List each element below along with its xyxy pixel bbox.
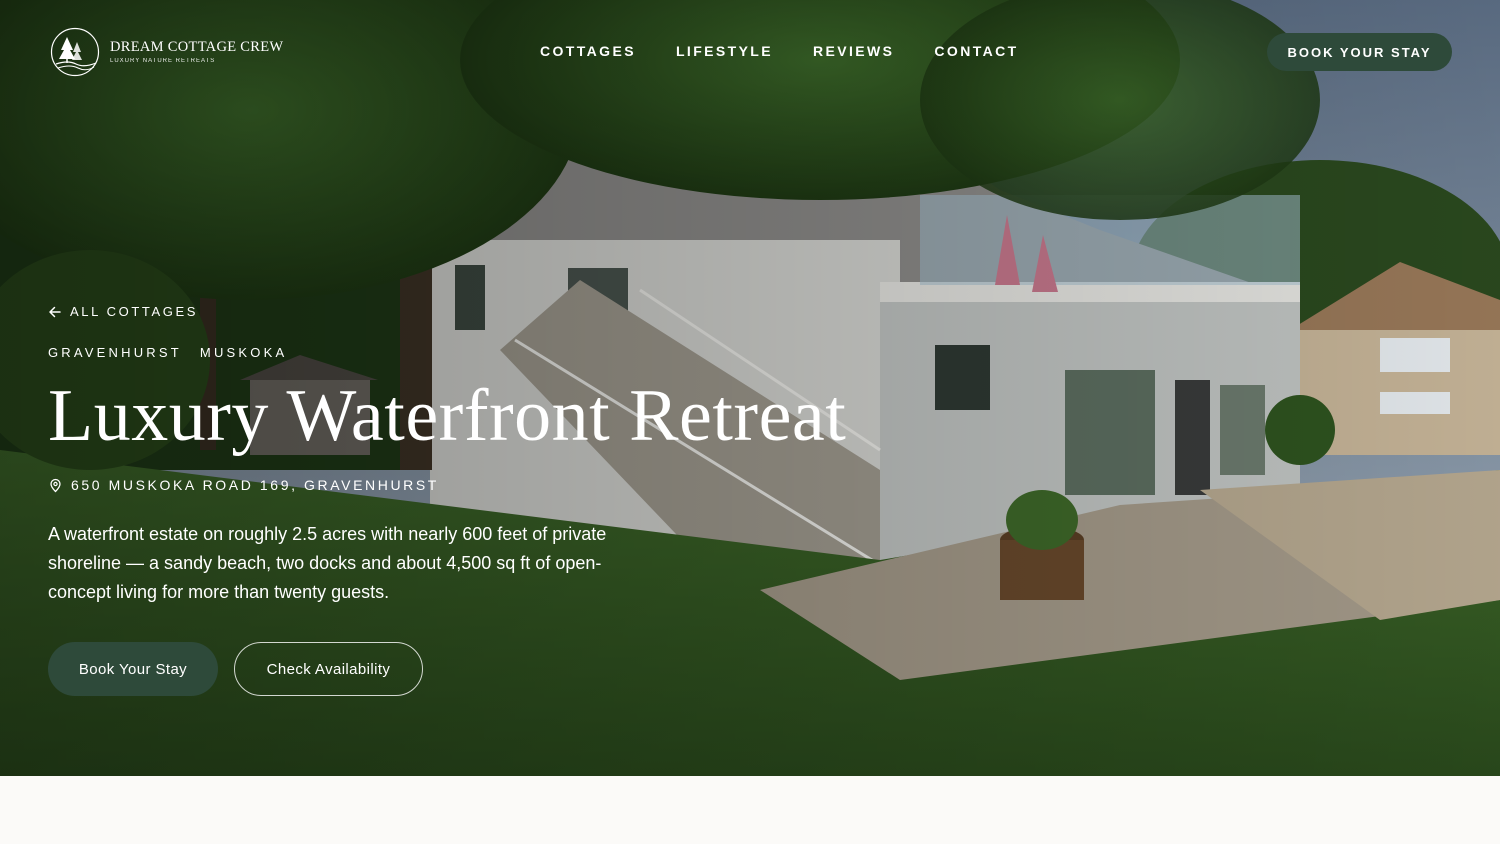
all-cottages-link[interactable]: ALL COTTAGES — [48, 304, 198, 319]
region-town: GRAVENHURST — [48, 345, 182, 360]
region-area: MUSKOKA — [199, 345, 288, 360]
tree-logo-icon — [50, 27, 100, 77]
nav-item-reviews[interactable]: REVIEWS — [813, 43, 894, 59]
nav-item-cottages[interactable]: COTTAGES — [540, 43, 636, 59]
arrow-left-icon — [49, 306, 61, 317]
property-description: A waterfront estate on roughly 2.5 acres… — [48, 524, 607, 602]
nav-item-contact[interactable]: CONTACT — [934, 43, 1018, 59]
property-address: 650 MUSKOKA ROAD 169, GRAVENHURST — [48, 477, 439, 493]
header-book-button[interactable]: BOOK YOUR STAY — [1267, 33, 1452, 71]
nav-item-lifestyle[interactable]: LIFESTYLE — [676, 43, 773, 59]
brand-wordmark: DREAM COTTAGE CREW LUXURY NATURE RETREAT… — [110, 40, 283, 64]
brand-logo[interactable]: DREAM COTTAGE CREW LUXURY NATURE RETREAT… — [50, 26, 283, 78]
book-stay-button[interactable]: Book Your Stay — [48, 642, 218, 696]
address-text: 650 MUSKOKA ROAD 169, GRAVENHURST — [71, 477, 439, 493]
location-breadcrumb: GRAVENHURST MUSKOKA — [48, 345, 287, 360]
brand-tagline: LUXURY NATURE RETREATS — [110, 57, 216, 64]
hero-section: DREAM COTTAGE CREW LUXURY NATURE RETREAT… — [0, 0, 1500, 776]
main-nav: COTTAGES LIFESTYLE REVIEWS CONTACT — [540, 43, 1019, 59]
page-title: Luxury Waterfront Retreat — [48, 375, 847, 457]
check-availability-button[interactable]: Check Availability — [234, 642, 423, 696]
all-cottages-label: ALL COTTAGES — [70, 304, 199, 319]
brand-name: DREAM COTTAGE CREW — [110, 39, 284, 56]
map-pin-icon — [50, 478, 61, 492]
